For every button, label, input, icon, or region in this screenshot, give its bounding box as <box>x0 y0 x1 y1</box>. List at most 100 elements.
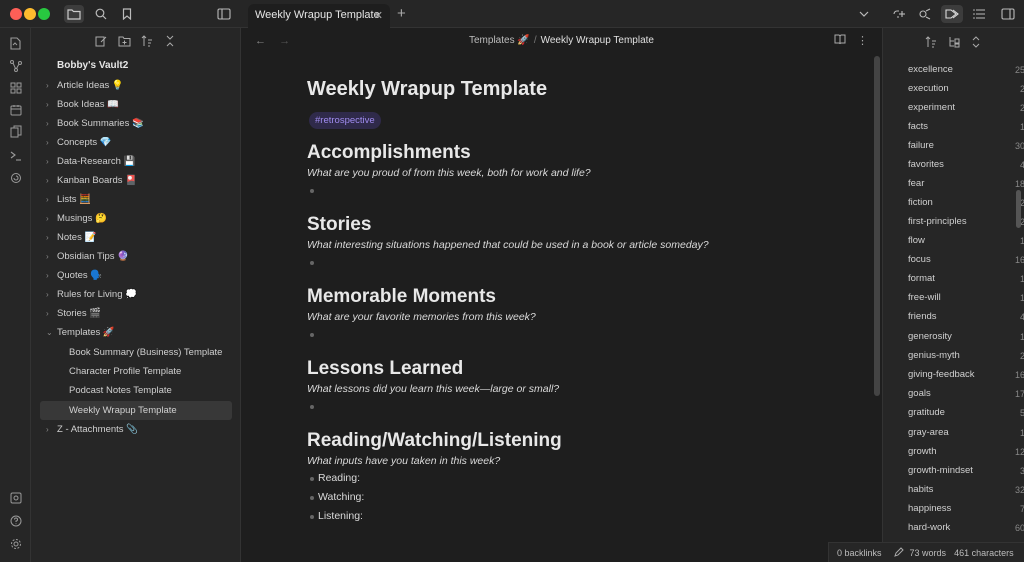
tree-view-icon[interactable] <box>948 36 960 51</box>
right-sidebar-toggle-icon[interactable] <box>998 5 1018 23</box>
tag-row[interactable]: excellence 25 <box>908 60 1024 79</box>
folder-book-ideas[interactable]: › Book Ideas 📖 <box>46 95 119 114</box>
tag-pill[interactable]: #retrospective <box>309 112 381 129</box>
folder-kanban-boards[interactable]: › Kanban Boards 🎴 <box>46 171 137 190</box>
chevron-down-icon[interactable] <box>854 5 874 23</box>
file-book-summary-template[interactable]: Book Summary (Business) Template <box>69 343 222 362</box>
open-quick-switcher-icon[interactable] <box>8 36 23 51</box>
folder-rules-for-living[interactable]: › Rules for Living 💭 <box>46 285 137 304</box>
vault-switch-icon[interactable] <box>8 490 23 505</box>
link-plus-icon[interactable] <box>889 5 909 23</box>
prompt-accomplishments[interactable]: What are you proud of from this week, bo… <box>307 167 591 179</box>
tab-close-icon[interactable]: ✕ <box>374 9 383 22</box>
file-podcast-notes-template[interactable]: Podcast Notes Template <box>69 381 172 400</box>
tag-row[interactable]: fear 18 <box>908 174 1024 193</box>
tab-weekly-wrapup[interactable]: Weekly Wrapup Template ✕ <box>248 4 390 28</box>
tag-row[interactable]: happiness 7 <box>908 499 1024 518</box>
new-note-icon[interactable] <box>95 35 107 50</box>
tag-row[interactable]: experiment 2 <box>908 98 1024 117</box>
tag-row[interactable]: favorites 4 <box>908 155 1024 174</box>
minimize-window-button[interactable] <box>24 8 36 20</box>
prompt-reading-watching-listening[interactable]: What inputs have you taken in this week? <box>307 455 500 467</box>
folder-lists[interactable]: › Lists 🧮 <box>46 190 91 209</box>
new-tab-button[interactable]: + <box>397 5 406 22</box>
breadcrumb-parent[interactable]: Templates 🚀 <box>469 35 530 46</box>
tag-row[interactable]: gray-area 1 <box>908 423 1024 442</box>
prompt-memorable-moments[interactable]: What are your favorite memories from thi… <box>307 311 536 323</box>
bookmark-icon[interactable] <box>117 5 137 23</box>
folder-notes[interactable]: › Notes 📝 <box>46 228 96 247</box>
heading-memorable-moments[interactable]: Memorable Moments <box>307 286 496 308</box>
collapse-all-icon[interactable] <box>165 35 175 50</box>
search-icon[interactable] <box>91 5 111 23</box>
list-item-listening[interactable]: Listening: <box>318 510 363 522</box>
templates-icon[interactable] <box>8 124 23 139</box>
breadcrumb-current[interactable]: Weekly Wrapup Template <box>541 35 654 46</box>
close-window-button[interactable] <box>10 8 22 20</box>
folder-article-ideas[interactable]: › Article Ideas 💡 <box>46 76 124 95</box>
sort-icon[interactable] <box>925 36 937 51</box>
graph-view-icon[interactable] <box>8 58 23 73</box>
document-title[interactable]: Weekly Wrapup Template <box>307 78 547 101</box>
tag-row[interactable]: failure 30 <box>908 136 1024 155</box>
outline-icon[interactable] <box>969 5 989 23</box>
folder-z-attachments[interactable]: › Z - Attachments 📎 <box>46 420 138 439</box>
heading-accomplishments[interactable]: Accomplishments <box>307 142 471 164</box>
tag-row[interactable]: giving-feedback 16 <box>908 365 1024 384</box>
sort-icon[interactable] <box>141 35 153 50</box>
tag-row[interactable]: focus 16 <box>908 250 1024 269</box>
folder-musings[interactable]: › Musings 🤔 <box>46 209 107 228</box>
pencil-icon[interactable] <box>893 546 904 559</box>
prompt-lessons-learned[interactable]: What lessons did you learn this week—lar… <box>307 383 559 395</box>
calendar-icon[interactable] <box>8 102 23 117</box>
heading-reading-watching-listening[interactable]: Reading/Watching/Listening <box>307 430 562 452</box>
folder-templates[interactable]: ⌄ Templates 🚀 <box>46 323 115 342</box>
terminal-icon[interactable] <box>8 148 23 163</box>
tag-row[interactable]: habits 32 <box>908 480 1024 499</box>
settings-gear-icon[interactable] <box>8 536 23 551</box>
tag-row[interactable]: free-will 1 <box>908 288 1024 307</box>
tag-row[interactable]: growth-mindset 3 <box>908 461 1024 480</box>
more-options-icon[interactable]: ⋮ <box>857 35 868 47</box>
folder-concepts[interactable]: › Concepts 💎 <box>46 133 112 152</box>
tag-row[interactable]: execution 2 <box>908 79 1024 98</box>
folder-stories[interactable]: › Stories 🎬 <box>46 304 101 323</box>
folder-icon[interactable] <box>64 5 84 23</box>
zoom-window-button[interactable] <box>38 8 50 20</box>
heading-lessons-learned[interactable]: Lessons Learned <box>307 358 463 380</box>
tag-row[interactable]: format 1 <box>908 269 1024 288</box>
sync-icon[interactable] <box>8 170 23 185</box>
prompt-stories[interactable]: What interesting situations happened tha… <box>307 239 709 251</box>
tags-icon[interactable] <box>941 5 963 23</box>
tag-row[interactable]: growth 12 <box>908 442 1024 461</box>
tag-row[interactable]: flow 1 <box>908 231 1024 250</box>
tag-row[interactable]: facts 1 <box>908 117 1024 136</box>
canvas-icon[interactable] <box>8 80 23 95</box>
outgoing-links-icon[interactable] <box>915 5 935 23</box>
expand-collapse-icon[interactable] <box>972 36 980 51</box>
list-item-watching[interactable]: Watching: <box>318 491 364 503</box>
tag-row[interactable]: first-principles 2 <box>908 212 1024 231</box>
tag-row[interactable]: friends 4 <box>908 307 1024 326</box>
file-character-profile-template[interactable]: Character Profile Template <box>69 362 181 381</box>
list-item-reading[interactable]: Reading: <box>318 472 360 484</box>
heading-stories[interactable]: Stories <box>307 214 371 236</box>
tag-row[interactable]: gratitude 5 <box>908 403 1024 422</box>
reading-view-icon[interactable] <box>834 34 849 47</box>
backlinks-count[interactable]: 0 backlinks <box>837 548 882 558</box>
editor-scrollbar[interactable] <box>874 56 880 396</box>
new-folder-icon[interactable] <box>118 35 131 50</box>
tag-row[interactable]: genius-myth 2 <box>908 346 1024 365</box>
tag-row[interactable]: generosity 1 <box>908 327 1024 346</box>
tag-row[interactable]: fiction 2 <box>908 193 1024 212</box>
tags-pane-scrollbar[interactable] <box>1016 190 1021 228</box>
folder-book-summaries[interactable]: › Book Summaries 📚 <box>46 114 144 133</box>
folder-data-research[interactable]: › Data-Research 💾 <box>46 152 135 171</box>
folder-obsidian-tips[interactable]: › Obsidian Tips 🔮 <box>46 247 129 266</box>
help-icon[interactable] <box>8 513 23 528</box>
tag-row[interactable]: goals 17 <box>908 384 1024 403</box>
folder-quotes[interactable]: › Quotes 🗣️ <box>46 266 102 285</box>
file-weekly-wrapup-template[interactable]: Weekly Wrapup Template <box>40 401 232 420</box>
tag-row[interactable]: hard-work 60 <box>908 518 1024 537</box>
sidebar-toggle-icon[interactable] <box>214 5 234 23</box>
